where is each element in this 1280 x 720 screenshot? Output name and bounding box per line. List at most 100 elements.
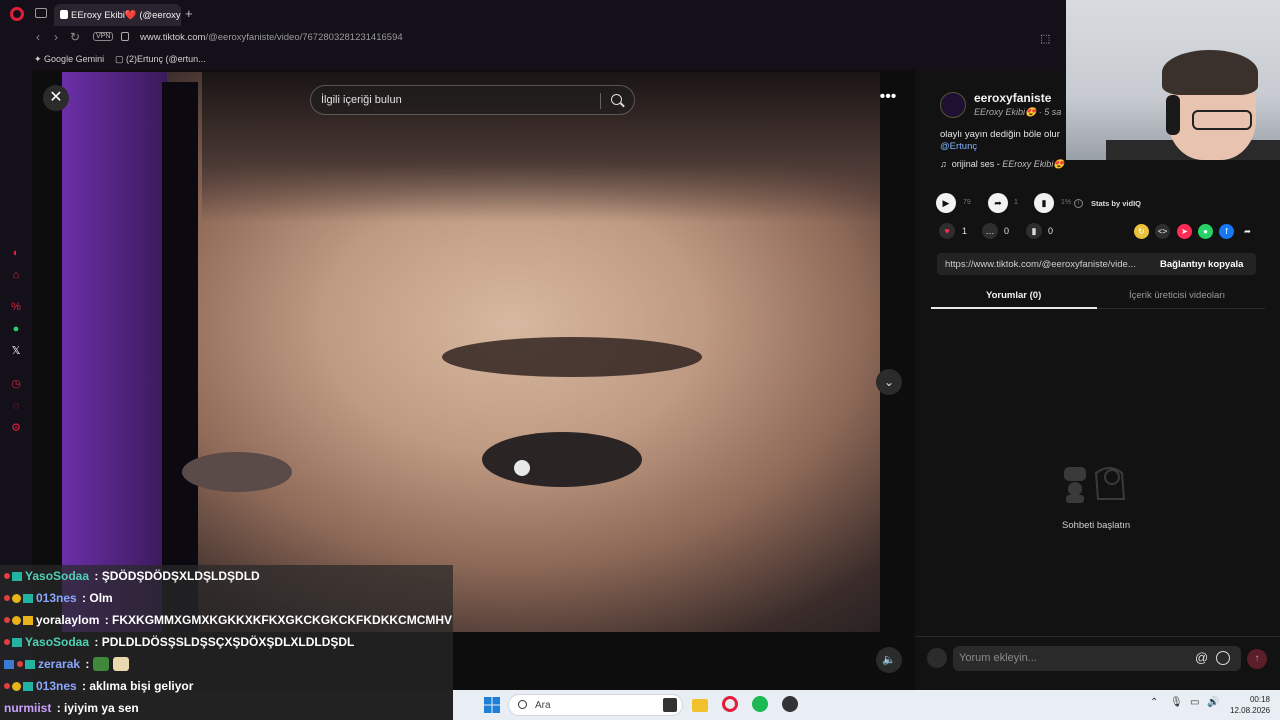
mention-icon[interactable]: @ [1195, 650, 1208, 665]
tray-chevron-icon[interactable]: ⌃ [1150, 697, 1158, 715]
author-subline: EEroxy Ekibi😍 · 5 sa [974, 107, 1061, 118]
bookmark-label: Google Gemini [44, 54, 105, 64]
facebook-share-icon[interactable]: f [1219, 224, 1234, 239]
vpn-badge[interactable]: VPN [93, 32, 114, 41]
back-button[interactable]: ‹ [36, 30, 40, 44]
percent-icon[interactable]: % [10, 301, 22, 313]
like-icon[interactable]: ♥ [939, 223, 955, 239]
avatar[interactable] [940, 92, 966, 118]
url-field[interactable]: www.tiktok.com/@eeroxyfaniste/video/7672… [140, 32, 403, 43]
chevron-down-icon[interactable]: ⌄ [876, 369, 902, 395]
send-to-friends-icon[interactable]: ➤ [1177, 224, 1192, 239]
chat-message: YasoSodaa : PDLDLDÖSŞSLDŞSÇXŞDÖXŞDLXLDLD… [4, 635, 354, 649]
forward-button[interactable]: › [54, 30, 58, 44]
active-tab-indicator [931, 307, 1097, 309]
stats-chart-icon[interactable]: ▮ [1034, 193, 1054, 213]
chat-emote-icon [113, 657, 130, 671]
empty-comments-text: Sohbeti başlatın [1062, 520, 1131, 531]
url-host: www.tiktok.com [140, 32, 206, 43]
tab-comments[interactable]: Yorumlar (0) [986, 290, 1041, 301]
post-time: · 5 sa [1038, 107, 1062, 117]
network-icon[interactable]: ▭ [1190, 697, 1199, 715]
app-icon[interactable] [782, 696, 798, 712]
lock-icon[interactable] [121, 32, 129, 41]
opera-taskbar-icon[interactable] [722, 696, 738, 712]
windows-start-icon[interactable] [484, 696, 500, 714]
tray-clock[interactable]: 00:18 12.08.2026 [1230, 694, 1270, 716]
empty-comments-illustration [1064, 467, 1126, 503]
sound-author: EEroxy Ekibi😍 [1002, 159, 1065, 169]
chat-badge-icon [23, 682, 33, 691]
more-share-icon[interactable]: ➦ [1240, 224, 1255, 239]
emoji-icon[interactable] [1216, 651, 1230, 665]
chat-text: : Olm [82, 591, 113, 605]
whatsapp-icon[interactable]: ● [10, 323, 22, 335]
save-icon[interactable]: ▮ [1026, 223, 1042, 239]
new-tab-button[interactable]: + [185, 6, 193, 21]
video-player[interactable] [62, 72, 880, 632]
bag-icon[interactable]: ⌂ [10, 269, 22, 281]
embed-icon[interactable]: <> [1155, 224, 1170, 239]
play-count-icon[interactable]: ▶ [936, 193, 956, 213]
info-icon[interactable]: i [1074, 199, 1083, 208]
task-view-icon[interactable] [663, 698, 677, 712]
chat-badge-icon [4, 683, 10, 689]
address-bar: ‹ › ↻ VPN www.tiktok.com/@eeroxyfaniste/… [0, 28, 1066, 48]
copy-link-row: https://www.tiktok.com/@eeroxyfaniste/vi… [937, 253, 1256, 275]
bookmark-google-gemini[interactable]: ✦ Google Gemini [34, 54, 104, 65]
aria-icon[interactable]: ◐ [10, 247, 22, 259]
clock-time: 00:18 [1249, 695, 1270, 704]
comment-input[interactable]: Yorum ekleyin... @ [953, 646, 1241, 671]
post-mention[interactable]: @Ertunç [940, 141, 977, 152]
chat-text: : [85, 657, 90, 671]
spotify-icon[interactable] [752, 696, 768, 712]
opera-logo-icon[interactable] [10, 7, 24, 21]
whatsapp-share-icon[interactable]: ● [1198, 224, 1213, 239]
taskbar-search-input[interactable]: Ara [508, 694, 683, 716]
video-eye-left [182, 452, 292, 492]
more-options-icon[interactable]: ••• [874, 88, 902, 108]
tab-creator-videos[interactable]: İçerik üreticisi videoları [1129, 290, 1225, 301]
post-sound[interactable]: ♫ orijinal ses - EEroxy Ekibi😍 [940, 159, 1065, 170]
stats-percent: 1% [1061, 199, 1072, 206]
chat-badge-icon [12, 616, 21, 625]
send-comment-button[interactable]: ↑ [1247, 649, 1267, 669]
share-count-icon[interactable]: ➦ [988, 193, 1008, 213]
comment-count: 0 [1004, 226, 1010, 236]
vidiq-label[interactable]: Stats by vidIQ [1091, 199, 1141, 208]
chat-badge-icon [23, 594, 33, 603]
play-count: 79 [963, 199, 971, 206]
comment-icon[interactable]: … [982, 223, 998, 239]
close-icon[interactable]: ✕ [43, 85, 69, 111]
browser-tab[interactable]: EEroxy Ekibi❤️ (@eeroxy [54, 4, 181, 26]
webcam-headset [1166, 95, 1180, 135]
microphone-icon[interactable]: 🎙 [1170, 697, 1183, 715]
related-search-input[interactable]: İlgili içeriği bulun [310, 85, 635, 115]
post-link[interactable]: https://www.tiktok.com/@eeroxyfaniste/vi… [945, 259, 1145, 270]
copy-link-button[interactable]: Bağlantıyı kopyala [1160, 259, 1243, 270]
sound-title: orijinal ses [951, 159, 995, 169]
chat-badge-icon [23, 616, 33, 625]
bookmark-ertunc[interactable]: ▢ (2)Ertunç (@ertun... [115, 54, 206, 65]
video-dark-strip [162, 82, 198, 632]
author-username[interactable]: eeroxyfaniste [974, 91, 1051, 105]
file-explorer-icon[interactable] [692, 699, 708, 712]
search-icon[interactable] [611, 94, 622, 105]
repost-icon[interactable]: ↻ [1134, 224, 1149, 239]
clock-date: 12.08.2026 [1230, 706, 1271, 715]
chat-username: yoralaylom [36, 613, 100, 627]
like-count: 1 [962, 226, 968, 236]
reload-button[interactable]: ↻ [70, 30, 80, 44]
snapshot-icon[interactable]: ⬚ [1040, 32, 1050, 45]
search-placeholder: İlgili içeriği bulun [321, 94, 402, 106]
chat-badge-icon [12, 594, 21, 603]
x-icon[interactable]: 𝕏 [10, 345, 22, 357]
chat-message: 013nes : aklıma bişi geliyor [4, 679, 193, 693]
chat-icon[interactable]: ◌ [10, 400, 22, 412]
settings-icon[interactable]: ⚙ [10, 422, 22, 434]
history-icon[interactable]: ◷ [10, 378, 22, 390]
tab-islands-icon[interactable] [35, 8, 47, 18]
volume-tray-icon[interactable]: 🔊 [1207, 697, 1219, 715]
volume-icon[interactable]: 🔈 [876, 647, 902, 673]
chat-message: yoralaylom : FKXKGMMXGMXKGKKXKFKXGKCKGKC… [4, 613, 452, 627]
